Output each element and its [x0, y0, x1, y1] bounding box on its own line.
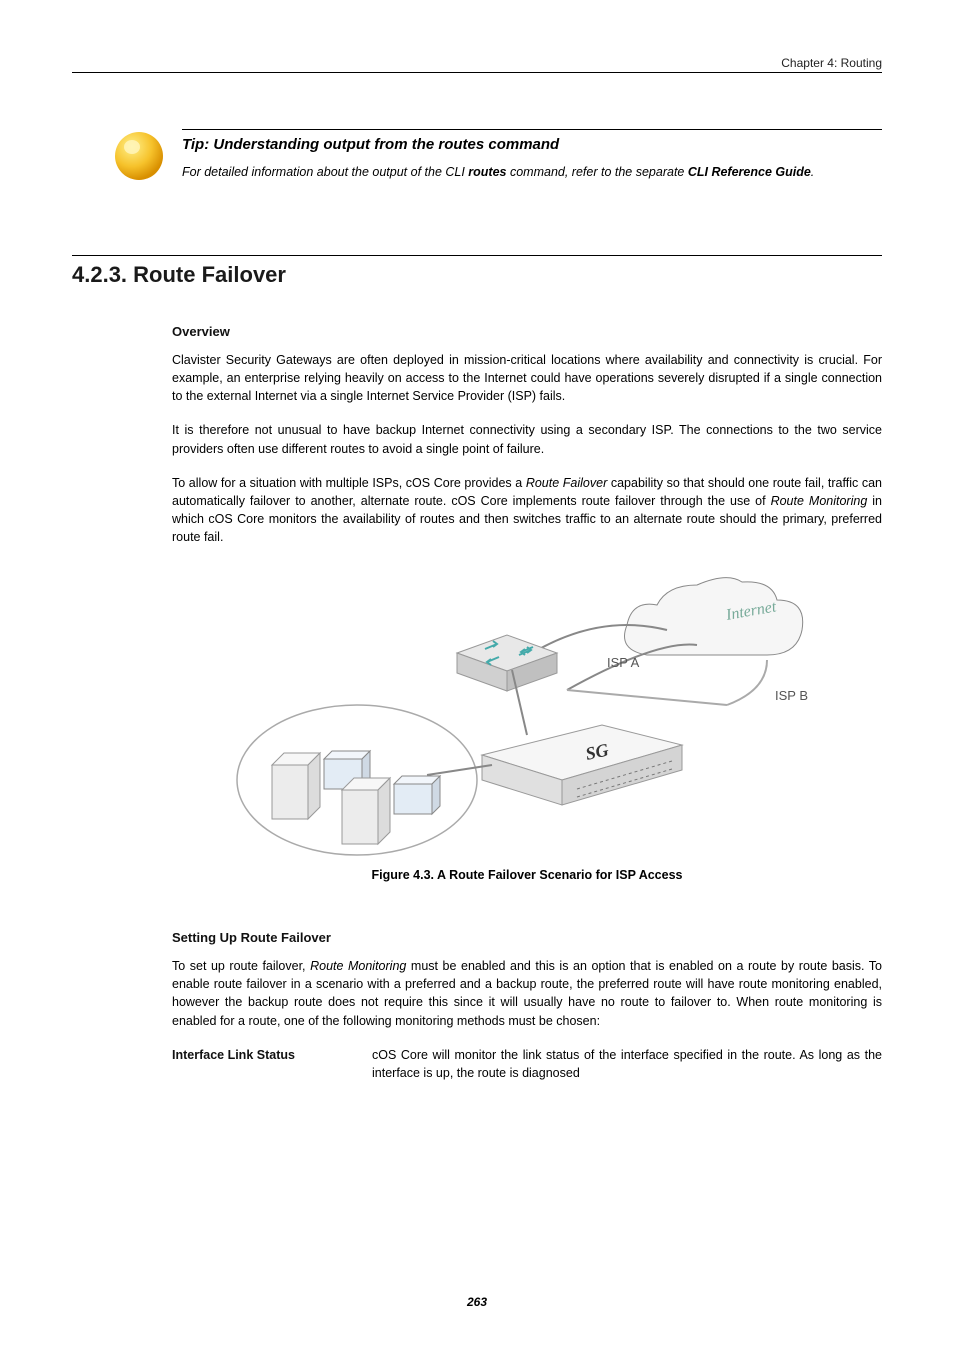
route-monitoring-term2: Route Monitoring: [310, 959, 406, 973]
overview-heading: Overview: [172, 324, 882, 339]
route-failover-term: Route Failover: [526, 476, 607, 490]
tip-body-mid: command, refer to the separate: [507, 165, 688, 179]
setting-up-p1: To set up route failover, Route Monitori…: [172, 957, 882, 1030]
tip-icon: [112, 129, 166, 183]
tip-body: For detailed information about the outpu…: [182, 163, 882, 181]
def-desc: cOS Core will monitor the link status of…: [372, 1046, 882, 1082]
tip-body-suffix: .: [811, 165, 814, 179]
content: Overview Clavister Security Gateways are…: [172, 324, 882, 1082]
chapter-label: Chapter 4: Routing: [781, 56, 882, 70]
internet-cloud: Internet: [625, 578, 803, 655]
definition-list: Interface Link Status cOS Core will moni…: [172, 1046, 882, 1082]
isp-b-label: ISP B: [775, 688, 808, 703]
section-name: Route Failover: [133, 262, 286, 287]
figure-caption: Figure 4.3. A Route Failover Scenario fo…: [172, 868, 882, 882]
overview-p2: It is therefore not unusual to have back…: [172, 421, 882, 457]
tip-body-prefix: For detailed information about the outpu…: [182, 165, 468, 179]
overview-p1: Clavister Security Gateways are often de…: [172, 351, 882, 405]
figure-route-failover: Internet ISP A ISP B: [227, 570, 827, 860]
page-header: Chapter 4: Routing: [72, 56, 882, 73]
page-number: 263: [0, 1295, 954, 1309]
isp-a-label: ISP A: [607, 655, 640, 670]
overview-p3: To allow for a situation with multiple I…: [172, 474, 882, 547]
section-divider: [72, 255, 882, 256]
tip-title: Tip: Understanding output from the route…: [182, 136, 882, 153]
section-title: 4.2.3. Route Failover: [72, 262, 882, 288]
tip-block: Tip: Understanding output from the route…: [112, 129, 882, 183]
tip-content: Tip: Understanding output from the route…: [182, 129, 882, 181]
def-interface-link-status: Interface Link Status cOS Core will moni…: [172, 1046, 882, 1082]
section-number: 4.2.3.: [72, 262, 127, 287]
tip-routes-cmd: routes: [468, 165, 506, 179]
def-term: Interface Link Status: [172, 1046, 372, 1082]
setting-up-heading: Setting Up Route Failover: [172, 930, 882, 945]
page: Chapter 4: Routing Tip: Understanding ou…: [0, 0, 954, 1351]
route-monitoring-term: Route Monitoring: [771, 494, 868, 508]
tip-cli-guide: CLI Reference Guide: [688, 165, 811, 179]
